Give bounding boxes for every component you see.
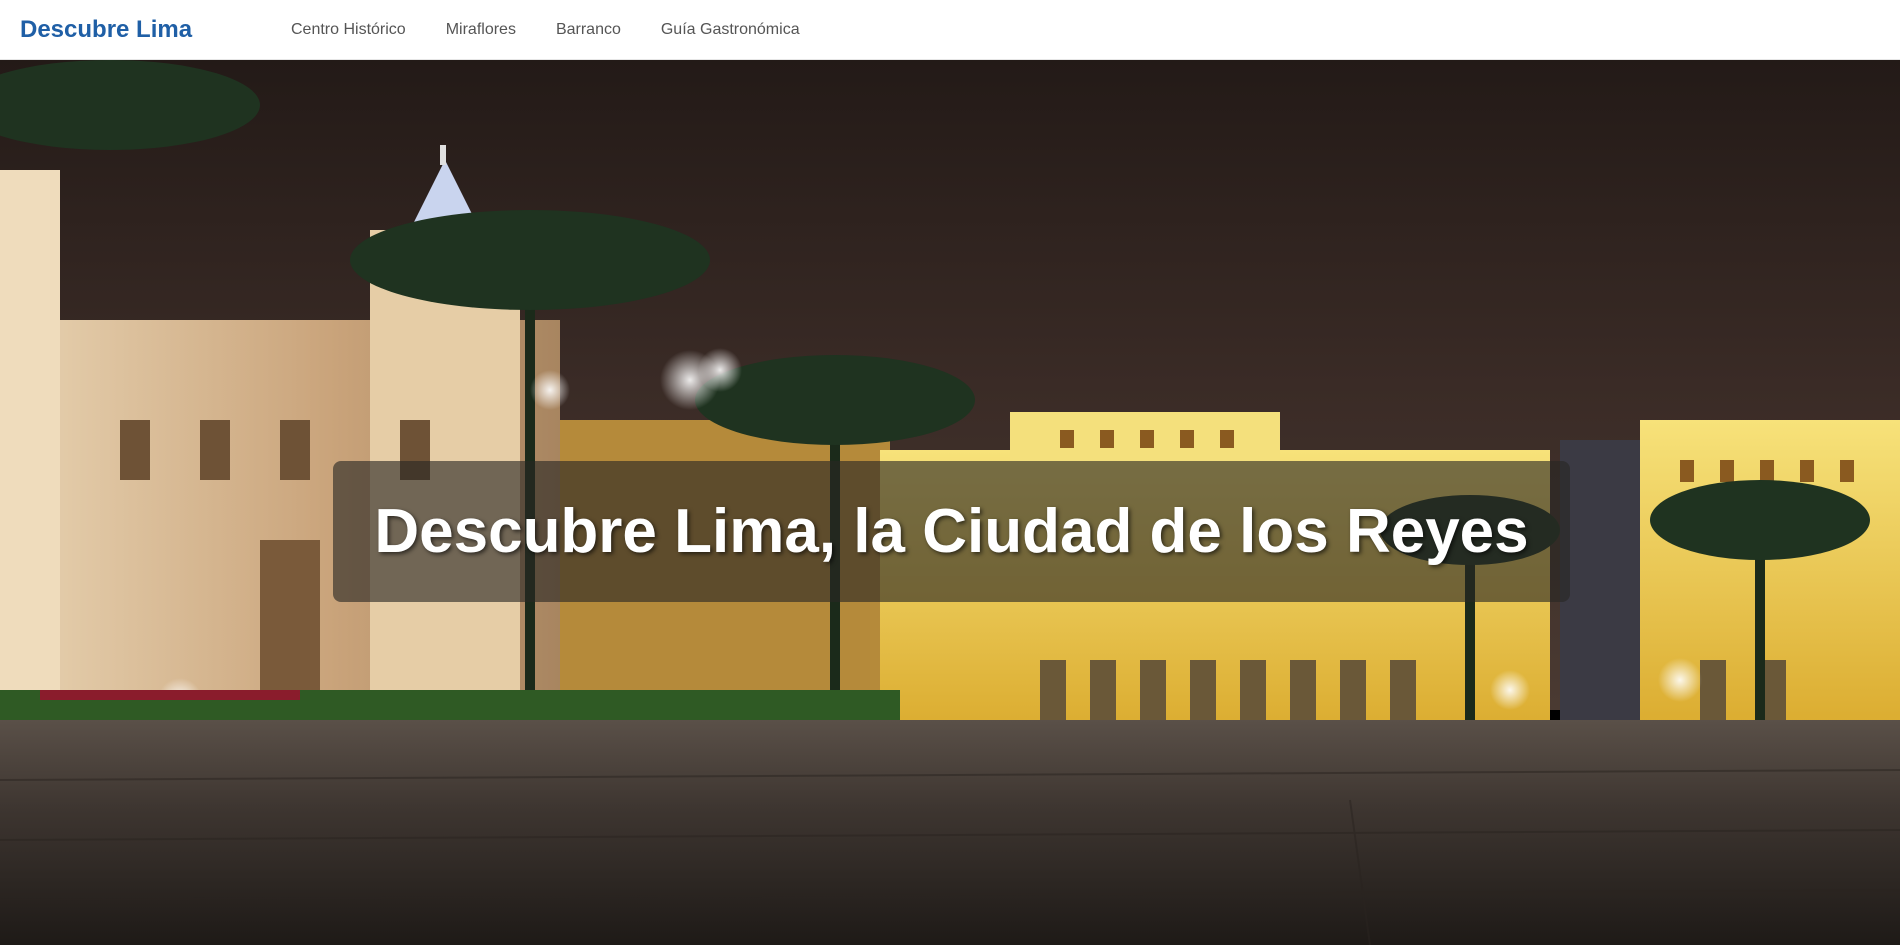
hero-section: Descubre Lima, la Ciudad de los Reyes: [0, 60, 1900, 945]
hero-title: Descubre Lima, la Ciudad de los Reyes: [374, 497, 1529, 566]
nav-link-barranco[interactable]: Barranco: [556, 21, 621, 39]
nav-links: Centro Histórico Miraflores Barranco Guí…: [291, 21, 840, 39]
hero-title-box: Descubre Lima, la Ciudad de los Reyes: [333, 461, 1570, 602]
nav-link-miraflores[interactable]: Miraflores: [446, 21, 516, 39]
brand-logo-link[interactable]: Descubre Lima: [20, 16, 270, 44]
top-navbar: Descubre Lima Centro Histórico Miraflore…: [0, 0, 1900, 60]
nav-link-guia-gastronomica[interactable]: Guía Gastronómica: [661, 21, 800, 39]
nav-link-centro-historico[interactable]: Centro Histórico: [291, 21, 406, 39]
